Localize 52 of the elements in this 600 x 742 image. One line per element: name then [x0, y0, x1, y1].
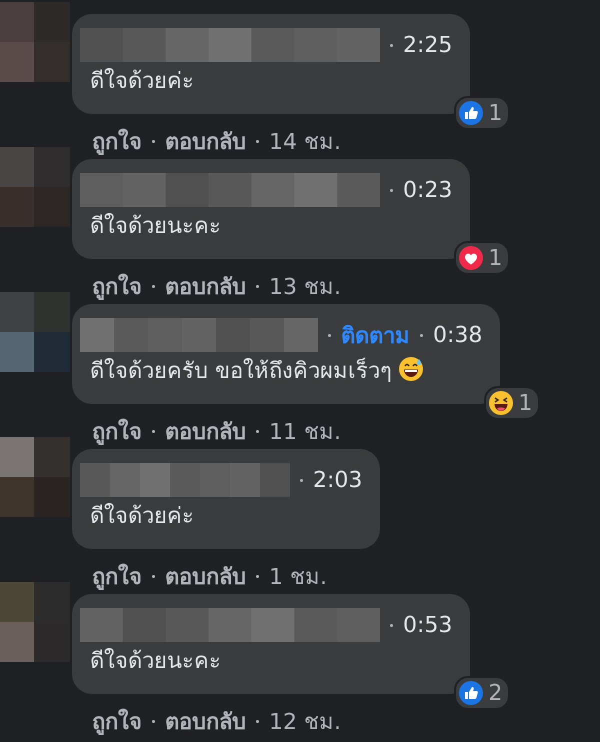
- reply-link[interactable]: ตอบกลับ: [165, 559, 246, 594]
- separator-dot: [152, 720, 155, 723]
- comment-time: 0:53: [403, 612, 452, 638]
- thumbs-up-icon: [458, 100, 484, 126]
- comment-text: ดีใจด้วยค่ะ: [89, 502, 195, 531]
- reply-link[interactable]: ตอบกลับ: [165, 124, 246, 159]
- separator-dot: [328, 334, 331, 336]
- reply-link[interactable]: ตอบกลับ: [165, 269, 246, 304]
- separator-dot: [300, 478, 303, 482]
- reply-link[interactable]: ตอบกลับ: [165, 414, 246, 449]
- reaction-count: 1: [518, 390, 532, 416]
- comment-time: 2:25: [403, 32, 452, 58]
- separator-dot: [256, 430, 259, 433]
- comment-age: 1 ชม.: [269, 564, 327, 592]
- separator-dot: [256, 575, 259, 578]
- comment-age: 11 ชม.: [269, 419, 341, 447]
- comment-time: 2:03: [313, 468, 362, 492]
- comment-text: ดีใจด้วยครับ ขอให้ถึงคิวผมเร็วๆ: [80, 354, 482, 390]
- comment-time: 0:23: [403, 178, 452, 202]
- like-link[interactable]: ถูกใจ: [92, 269, 142, 304]
- comment-age: 13 ชม.: [269, 274, 341, 302]
- reaction-badge[interactable]: 1: [454, 241, 510, 275]
- comment-text: ดีใจด้วยนะคะ: [89, 212, 222, 241]
- separator-dot: [152, 285, 155, 288]
- separator-dot: [420, 334, 423, 336]
- laughing-face-icon: [488, 390, 514, 416]
- like-link[interactable]: ถูกใจ: [92, 704, 142, 739]
- comment-time: 0:38: [433, 322, 482, 348]
- comment-text: ดีใจด้วยนะคะ: [89, 647, 222, 676]
- separator-dot: [390, 188, 393, 192]
- reaction-badge[interactable]: 1: [454, 96, 510, 130]
- comment-age: 14 ชม.: [269, 129, 341, 157]
- reaction-badge[interactable]: 1: [484, 386, 540, 420]
- reaction-count: 1: [488, 100, 502, 126]
- separator-dot: [256, 140, 259, 143]
- separator-dot: [256, 720, 259, 723]
- separator-dot: [390, 44, 393, 46]
- separator-dot: [152, 575, 155, 578]
- reaction-count: 2: [488, 680, 502, 706]
- reply-link[interactable]: ตอบกลับ: [165, 704, 246, 739]
- like-link[interactable]: ถูกใจ: [92, 414, 142, 449]
- like-link[interactable]: ถูกใจ: [92, 124, 142, 159]
- reaction-count: 1: [488, 246, 502, 270]
- separator-dot: [152, 140, 155, 143]
- comment-text: ดีใจด้วยค่ะ: [89, 67, 195, 96]
- like-link[interactable]: ถูกใจ: [92, 559, 142, 594]
- thumbs-up-icon: [458, 680, 484, 706]
- separator-dot: [152, 430, 155, 433]
- separator-dot: [390, 624, 393, 626]
- separator-dot: [256, 285, 259, 288]
- comment-age: 12 ชม.: [269, 709, 341, 737]
- reaction-badge[interactable]: 2: [454, 676, 510, 710]
